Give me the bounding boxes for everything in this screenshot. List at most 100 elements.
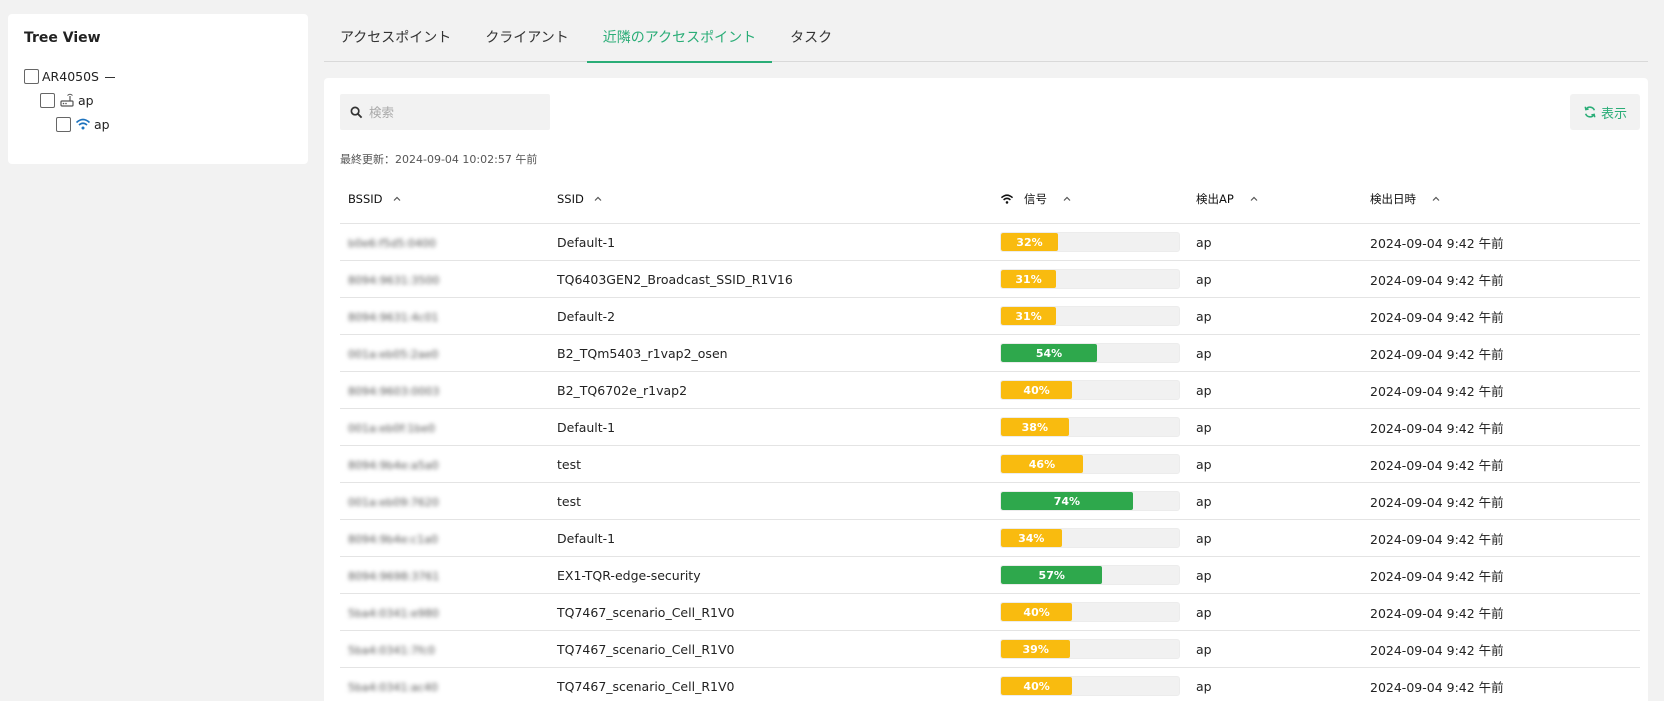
table-row[interactable]: 8094:9631:3500 TQ6403GEN2_Broadcast_SSID_… (340, 261, 1640, 298)
bssid-value: 001a:eb09:7620 (348, 495, 439, 509)
tab-tasks[interactable]: タスク (774, 14, 848, 62)
bssid-value: 001a:eb05:2ae0 (348, 347, 439, 361)
column-header-bssid-label[interactable]: BSSID (348, 192, 383, 206)
tree-child-checkbox[interactable] (40, 92, 55, 108)
column-header-detected-time-label[interactable]: 検出日時 (1370, 191, 1416, 207)
ssid-cell: test (557, 493, 582, 509)
signal-cell: 31% (992, 306, 1188, 326)
detected-ap-cell: ap (1196, 345, 1212, 361)
column-header-detected-ap[interactable]: 検出AP (1188, 191, 1362, 207)
tab-clients[interactable]: クライアント (469, 14, 584, 62)
column-header-detected-time[interactable]: 検出日時 (1362, 191, 1640, 207)
table-row[interactable]: 001a:eb05:2ae0 B2_TQm5403_r1vap2_osen 54% a… (340, 335, 1640, 372)
column-header-ssid[interactable]: SSID (549, 192, 992, 206)
table-row[interactable]: 8094:9b4e:c1a0 Default-1 34% ap 2024-09-04 9… (340, 520, 1640, 557)
tree-root-label[interactable]: AR4050S (42, 69, 99, 84)
detected-time-cell: 2024-09-04 9:42 午前 (1370, 679, 1504, 695)
ssid-cell: TQ7467_scenario_Cell_R1V0 (557, 604, 735, 620)
signal-cell: 46% (992, 454, 1188, 474)
table-row[interactable]: 8094:9698:3761 EX1-TQR-edge-security 57% ap… (340, 557, 1640, 594)
ssid-cell: B2_TQm5403_r1vap2_osen (557, 345, 728, 361)
sort-asc-icon[interactable] (1432, 195, 1440, 203)
sort-asc-icon[interactable] (1063, 195, 1071, 203)
ssid-cell: TQ7467_scenario_Cell_R1V0 (557, 678, 735, 694)
bssid-cell: 8094:9b4e:c1a0 (340, 531, 549, 546)
wifi-icon (75, 118, 91, 130)
detected-ap-cell: ap (1196, 567, 1212, 583)
table-row[interactable]: 5ba4:0341:ac40 TQ7467_scenario_Cell_R1V0 4… (340, 668, 1640, 701)
column-header-signal-label[interactable]: 信号 (1024, 191, 1047, 207)
tree-root-checkbox[interactable] (24, 68, 39, 84)
signal-bar: 74% (1000, 491, 1180, 511)
table-row[interactable]: 8094:9603:0003 B2_TQ6702e_r1vap2 40% ap 2024… (340, 372, 1640, 409)
bssid-value: b0e6:f5d5:0400 (348, 236, 437, 250)
collapse-icon[interactable] (104, 76, 115, 79)
detected-ap-cell: ap (1196, 456, 1212, 472)
bssid-cell: 8094:9631:3500 (340, 272, 549, 287)
column-header-ssid-label[interactable]: SSID (557, 192, 584, 206)
search-input[interactable] (369, 104, 539, 120)
detected-time-cell: 2024-09-04 9:42 午前 (1370, 605, 1504, 621)
tree-child-label[interactable]: ap (78, 93, 94, 108)
sort-asc-icon[interactable] (393, 195, 401, 203)
bssid-value: 5ba4:0341:7fc0 (348, 643, 436, 657)
tree-node-root[interactable]: AR4050S (24, 64, 292, 88)
detected-time-cell: 2024-09-04 9:42 午前 (1370, 568, 1504, 584)
signal-bar: 34% (1000, 528, 1180, 548)
table-row[interactable]: 5ba4:0341:e980 TQ7467_scenario_Cell_R1V0 4… (340, 594, 1640, 631)
tree-leaf-checkbox[interactable] (56, 116, 71, 132)
bssid-value: 5ba4:0341:e980 (348, 606, 439, 620)
bssid-cell: 8094:9698:3761 (340, 568, 549, 583)
ssid-cell: B2_TQ6702e_r1vap2 (557, 382, 688, 398)
signal-bar: 39% (1000, 639, 1180, 659)
detected-time-cell: 2024-09-04 9:42 午前 (1370, 457, 1504, 473)
signal-bar-fill: 57% (1001, 566, 1103, 584)
bssid-value: 8094:9b4e:a5a0 (348, 458, 439, 472)
tree-leaf-label[interactable]: ap (94, 117, 110, 132)
column-header-detected-ap-label[interactable]: 検出AP (1196, 191, 1234, 207)
neighbor-ap-panel: 表示 最終更新：2024-09-04 10:02:57 午前 BSSID SSI… (324, 78, 1648, 701)
router-icon (60, 93, 74, 107)
bssid-cell: 001a:eb05:2ae0 (340, 346, 549, 361)
tree-node-leaf[interactable]: ap (56, 112, 292, 136)
last-updated-text: 最終更新：2024-09-04 10:02:57 午前 (340, 153, 538, 166)
sort-asc-icon[interactable] (594, 195, 602, 203)
table-row[interactable]: 5ba4:0341:7fc0 TQ7467_scenario_Cell_R1V0 3… (340, 631, 1640, 668)
tab-bar: アクセスポイント クライアント 近隣のアクセスポイント タスク (324, 14, 1648, 63)
detected-time-cell: 2024-09-04 9:42 午前 (1370, 235, 1504, 251)
tab-access-points[interactable]: アクセスポイント (324, 14, 467, 62)
signal-bar: 40% (1000, 676, 1180, 696)
table-row[interactable]: 001a:eb09:7620 test 74% ap 2024-09-04 9:42 午… (340, 483, 1640, 520)
signal-cell: 40% (992, 380, 1188, 400)
bssid-cell: 8094:9b4e:a5a0 (340, 457, 549, 472)
signal-cell: 57% (992, 565, 1188, 585)
signal-bar: 31% (1000, 269, 1180, 289)
tree-view-title: Tree View (24, 30, 101, 46)
table-row[interactable]: b0e6:f5d5:0400 Default-1 32% ap 2024-09-04 9… (340, 224, 1640, 261)
detected-ap-cell: ap (1196, 382, 1212, 398)
table-row[interactable]: 8094:9631:4c01 Default-2 31% ap 2024-09-04 9… (340, 298, 1640, 335)
bssid-value: 8094:9603:0003 (348, 384, 440, 398)
search-box[interactable] (340, 94, 550, 130)
bssid-value: 8094:9631:3500 (348, 273, 440, 287)
detected-ap-cell: ap (1196, 493, 1212, 509)
sort-asc-icon[interactable] (1250, 195, 1258, 203)
bssid-cell: 5ba4:0341:ac40 (340, 679, 549, 694)
detected-ap-cell: ap (1196, 234, 1212, 250)
column-header-signal[interactable]: 信号 (992, 191, 1188, 207)
bssid-cell: 001a:eb09:7620 (340, 494, 549, 509)
table-row[interactable]: 8094:9b4e:a5a0 test 46% ap 2024-09-04 9:42 午… (340, 446, 1640, 483)
tree-node-child[interactable]: ap (40, 88, 292, 112)
detected-ap-cell: ap (1196, 308, 1212, 324)
bssid-cell: 5ba4:0341:7fc0 (340, 642, 549, 657)
tree-view-panel: Tree View AR4050S ap ap (8, 14, 308, 164)
refresh-button-label[interactable]: 表示 (1601, 103, 1627, 122)
table-row[interactable]: 001a:eb0f:1be0 Default-1 38% ap 2024-09-04 9… (340, 409, 1640, 446)
tab-neighbor-access-points[interactable]: 近隣のアクセスポイント (586, 14, 773, 63)
detected-time-cell: 2024-09-04 9:42 午前 (1370, 642, 1504, 658)
signal-cell: 31% (992, 269, 1188, 289)
column-header-bssid[interactable]: BSSID (340, 192, 549, 206)
detected-ap-cell: ap (1196, 271, 1212, 287)
detected-ap-cell: ap (1196, 604, 1212, 620)
refresh-button[interactable]: 表示 (1570, 94, 1640, 130)
